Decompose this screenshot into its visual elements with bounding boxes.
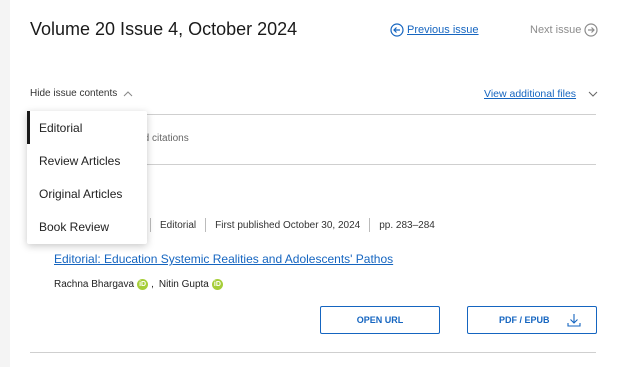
open-url-label: OPEN URL [356,315,404,325]
pdf-epub-label: PDF / EPUB [499,315,550,325]
hide-issue-contents-toggle[interactable]: Hide issue contents [30,88,133,99]
hide-issue-contents-label: Hide issue contents [30,88,118,99]
article-meta: Editorial First published October 30, 20… [150,218,435,232]
previous-issue-label: Previous issue [407,24,479,36]
issue-title: Volume 20 Issue 4, October 2024 [30,19,298,39]
dropdown-item-book-review[interactable]: Book Review [27,210,147,243]
article-published-date: First published October 30, 2024 [215,219,361,231]
section-jump-dropdown: Editorial Review Articles Original Artic… [27,111,147,244]
divider [30,352,596,353]
meta-separator [369,218,371,232]
dropdown-item-original-articles[interactable]: Original Articles [27,177,147,210]
dropdown-item-review-articles[interactable]: Review Articles [27,144,147,177]
meta-separator [205,218,207,232]
pdf-epub-button[interactable]: PDF / EPUB [467,306,597,334]
article-type: Editorial [160,219,197,231]
dropdown-item-editorial[interactable]: Editorial [27,111,147,144]
arrow-left-circle-icon [390,23,404,37]
download-icon [567,314,581,327]
author-separator: , [151,279,154,290]
orcid-icon[interactable]: iD [211,279,223,290]
article-authors: Rachna Bhargava iD , Nitin Gupta iD [54,279,223,290]
meta-separator [150,218,151,232]
view-additional-files-label: View additional files [484,88,577,100]
next-issue-label: Next issue [530,24,582,36]
article-pages: pp. 283–284 [379,219,435,231]
article-title-link[interactable]: Editorial: Education Systemic Realities … [54,252,393,266]
open-url-button[interactable]: OPEN URL [320,306,440,334]
chevron-up-icon [123,90,133,96]
arrow-right-circle-icon [584,23,598,37]
previous-issue-link[interactable]: Previous issue [390,23,479,37]
author-name[interactable]: Rachna Bhargava [54,279,134,290]
view-additional-files-link[interactable]: View additional files [484,88,598,100]
author-name[interactable]: Nitin Gupta [159,279,209,290]
next-issue-link: Next issue [530,23,598,37]
chevron-down-icon [588,91,598,97]
orcid-icon[interactable]: iD [137,279,149,290]
